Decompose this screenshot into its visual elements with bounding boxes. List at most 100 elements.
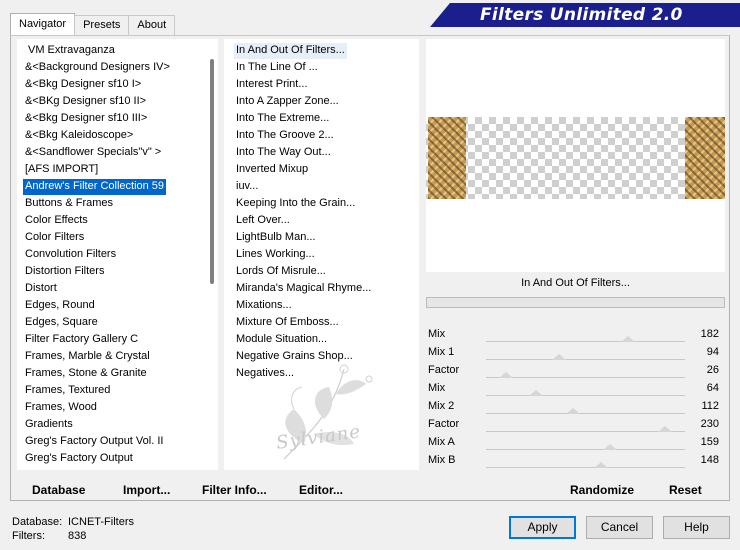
- banner-title: Filters Unlimited 2.0: [480, 5, 683, 25]
- category-item[interactable]: &<Bkg Designer sf10 III>: [23, 111, 149, 127]
- category-item[interactable]: Frames, Marble & Crystal: [23, 349, 152, 365]
- tab-about[interactable]: About: [128, 15, 176, 35]
- slider-track[interactable]: [486, 359, 685, 360]
- category-item[interactable]: &<Bkg Designer sf10 I>: [23, 77, 143, 93]
- category-item[interactable]: &<Background Designers IV>: [23, 60, 172, 76]
- slider-row[interactable]: Factor 26: [426, 362, 725, 380]
- filter-item[interactable]: Module Situation...: [234, 332, 329, 348]
- database-button[interactable]: Database: [32, 483, 85, 497]
- filter-item[interactable]: LightBulb Man...: [234, 230, 318, 246]
- tab-navigator[interactable]: Navigator: [10, 13, 76, 35]
- editor-button[interactable]: Editor...: [299, 483, 343, 497]
- import-button[interactable]: Import...: [123, 483, 170, 497]
- cancel-button[interactable]: Cancel: [586, 516, 653, 539]
- slider-row[interactable]: Mix B 148: [426, 452, 725, 470]
- category-item[interactable]: Frames, Textured: [23, 383, 112, 399]
- database-info: Database: ICNET-Filters: [12, 516, 134, 528]
- slider-label: Mix B: [428, 454, 456, 466]
- slider-row[interactable]: Mix 1 94: [426, 344, 725, 362]
- slider-label: Mix: [428, 382, 446, 394]
- slider-row[interactable]: Mix 182: [426, 326, 725, 344]
- filters-label: Filters:: [12, 530, 45, 542]
- slider-thumb-icon[interactable]: [499, 372, 514, 378]
- filter-item[interactable]: In And Out Of Filters...: [234, 43, 347, 59]
- slider-track[interactable]: [486, 467, 685, 468]
- filters-value: 838: [68, 530, 87, 542]
- filter-item[interactable]: Interest Print...: [234, 77, 310, 93]
- slider-thumb-icon[interactable]: [566, 408, 581, 414]
- category-item[interactable]: Greg's Factory Output Vol. II: [23, 434, 165, 450]
- reset-button[interactable]: Reset: [669, 483, 702, 497]
- slider-label: Mix: [428, 328, 446, 340]
- progress-bar: [426, 297, 725, 308]
- filter-item[interactable]: Keeping Into the Grain...: [234, 196, 357, 212]
- category-item[interactable]: &<Sandflower Specials"v" >: [23, 145, 163, 161]
- category-item[interactable]: Frames, Stone & Granite: [23, 366, 149, 382]
- slider-thumb-icon[interactable]: [658, 426, 673, 432]
- slider-thumb-icon[interactable]: [621, 336, 636, 342]
- category-item[interactable]: Frames, Wood: [23, 400, 99, 416]
- slider-label: Mix 2: [428, 400, 455, 412]
- slider-track[interactable]: [486, 413, 685, 414]
- filter-item[interactable]: Into The Way Out...: [234, 145, 333, 161]
- filter-item[interactable]: In The Line Of ...: [234, 60, 320, 76]
- category-item[interactable]: Convolution Filters: [23, 247, 118, 263]
- filter-item[interactable]: Into A Zapper Zone...: [234, 94, 341, 110]
- slider-value: 230: [700, 418, 719, 430]
- category-item[interactable]: Filter Factory Gallery C: [23, 332, 140, 348]
- slider-label: Mix 1: [428, 346, 455, 358]
- slider-row[interactable]: Mix A 159: [426, 434, 725, 452]
- randomize-button[interactable]: Randomize: [570, 483, 634, 497]
- category-item[interactable]: Gradients: [23, 417, 75, 433]
- apply-button[interactable]: Apply: [509, 516, 576, 539]
- slider-row[interactable]: Mix 64: [426, 380, 725, 398]
- preview-area[interactable]: [426, 39, 725, 272]
- filter-item[interactable]: Into The Extreme...: [234, 111, 331, 127]
- category-item[interactable]: Greg's Factory Output: [23, 451, 135, 467]
- tab-presets[interactable]: Presets: [74, 15, 130, 35]
- category-scrollbar[interactable]: [206, 39, 218, 470]
- transparency-checkerboard: [426, 117, 725, 199]
- slider-thumb-icon[interactable]: [603, 444, 618, 450]
- slider-track[interactable]: [486, 341, 685, 342]
- category-item[interactable]: &<BKg Designer sf10 II>: [23, 94, 148, 110]
- category-item[interactable]: Distortion Filters: [23, 264, 106, 280]
- filter-list[interactable]: Negatives... Negative Grains Shop... Modul…: [224, 39, 419, 470]
- category-item[interactable]: VM Extravaganza: [26, 43, 117, 59]
- category-item[interactable]: Buttons & Frames: [23, 196, 115, 212]
- category-item[interactable]: Color Filters: [23, 230, 86, 246]
- help-button[interactable]: Help: [663, 516, 730, 539]
- filter-item[interactable]: Into The Groove 2...: [234, 128, 336, 144]
- category-item[interactable]: &<Bkg Kaleidoscope>: [23, 128, 135, 144]
- filter-item[interactable]: iuv...: [234, 179, 260, 195]
- filter-item[interactable]: Miranda's Magical Rhyme...: [234, 281, 373, 297]
- filter-item[interactable]: Lords Of Misrule...: [234, 264, 328, 280]
- slider-row[interactable]: Factor 230: [426, 416, 725, 434]
- category-list[interactable]: VM Extravaganza &<Background Designers IV…: [17, 39, 218, 470]
- filter-info-button[interactable]: Filter Info...: [202, 483, 267, 497]
- filter-item[interactable]: Left Over...: [234, 213, 292, 229]
- slider-thumb-icon[interactable]: [552, 354, 567, 360]
- slider-label: Factor: [428, 364, 460, 376]
- slider-thumb-icon[interactable]: [594, 462, 609, 468]
- slider-thumb-icon[interactable]: [528, 390, 543, 396]
- slider-track[interactable]: [486, 377, 685, 378]
- filter-item[interactable]: Mixations...: [234, 298, 294, 314]
- database-label: Database:: [12, 516, 63, 528]
- category-item[interactable]: Distort: [23, 281, 59, 297]
- category-item[interactable]: Color Effects: [23, 213, 90, 229]
- category-item[interactable]: [AFS IMPORT]: [23, 162, 100, 178]
- category-scroll-thumb[interactable]: [210, 59, 214, 284]
- category-item[interactable]: Edges, Round: [23, 298, 97, 314]
- category-item[interactable]: Andrew's Filter Collection 59: [23, 179, 167, 195]
- category-item[interactable]: Edges, Square: [23, 315, 100, 331]
- filter-item[interactable]: Inverted Mixup: [234, 162, 310, 178]
- filter-item[interactable]: Mixture Of Emboss...: [234, 315, 341, 331]
- filter-item[interactable]: Lines Working...: [234, 247, 317, 263]
- slider-label: Mix A: [428, 436, 455, 448]
- current-filter-label: In And Out Of Filters...: [426, 272, 725, 294]
- slider-track[interactable]: [486, 431, 685, 432]
- slider-row[interactable]: Mix 2 112: [426, 398, 725, 416]
- slider-track[interactable]: [486, 395, 685, 396]
- slider-track[interactable]: [486, 449, 685, 450]
